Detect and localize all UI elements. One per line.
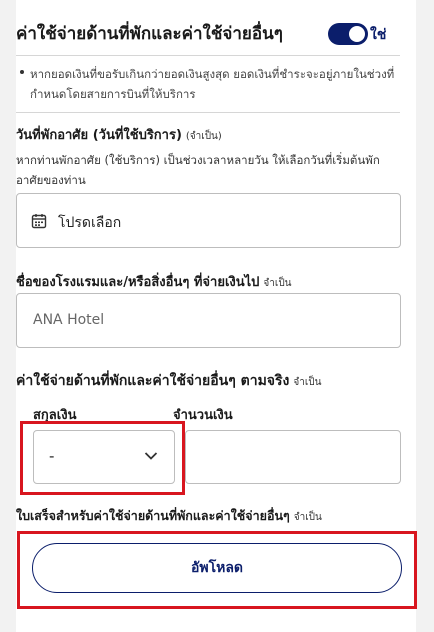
stay-date-label: วันที่พักอาศัย (วันที่ใช้บริการ) (จำเป็น) [16,124,222,145]
toggle-switch[interactable] [328,23,368,45]
receipt-label: ใบเสร็จสำหรับค่าใช้จ่ายด้านที่พักและค่าใ… [16,506,322,526]
stay-date-picker[interactable]: โปรดเลือก [16,193,401,248]
hotel-name-input[interactable]: ANA Hotel [16,293,401,348]
required-tag: จำเป็น [263,278,292,289]
toggle-knob [349,26,365,42]
hotel-name-value: ANA Hotel [33,312,105,328]
toggle-label: ใช่ [370,27,387,43]
stay-date-label-text: วันที่พักอาศัย (วันที่ใช้บริการ) [16,128,182,143]
divider [16,112,400,113]
hotel-label-text: ชื่อของโรงแรมและ/หรือสิ่งอื่นๆ ที่จ่ายเง… [16,275,260,290]
receipt-label-text: ใบเสร็จสำหรับค่าใช้จ่ายด้านที่พักและค่าใ… [16,508,290,523]
divider [16,55,400,56]
actual-expense-title-text: ค่าใช้จ่ายด้านที่พักและค่าใช้จ่ายอื่นๆ ต… [16,373,290,389]
required-tag: จำเป็น [293,377,322,388]
required-tag: จำเป็น [293,512,322,523]
section-title: ค่าใช้จ่ายด้านที่พักและค่าใช้จ่ายอื่นๆ [16,24,283,44]
highlight-box [17,531,417,609]
amount-input[interactable] [185,430,401,484]
calendar-icon [31,214,47,229]
stay-date-help: หากท่านพักอาศัย (ใช้บริการ) เป็นช่วงเวลา… [16,153,380,187]
required-tag: (จำเป็น) [185,131,222,142]
stay-date-value: โปรดเลือก [58,215,122,231]
bullet-icon [20,70,24,74]
note-text: หากยอดเงินที่ขอรับเกินกว่ายอดเงินสูงสุด … [30,67,395,101]
highlight-box [20,421,185,495]
hotel-label: ชื่อของโรงแรมและ/หรือสิ่งอื่นๆ ที่จ่ายเง… [16,271,292,292]
actual-expense-title: ค่าใช้จ่ายด้านที่พักและค่าใช้จ่ายอื่นๆ ต… [16,370,321,392]
